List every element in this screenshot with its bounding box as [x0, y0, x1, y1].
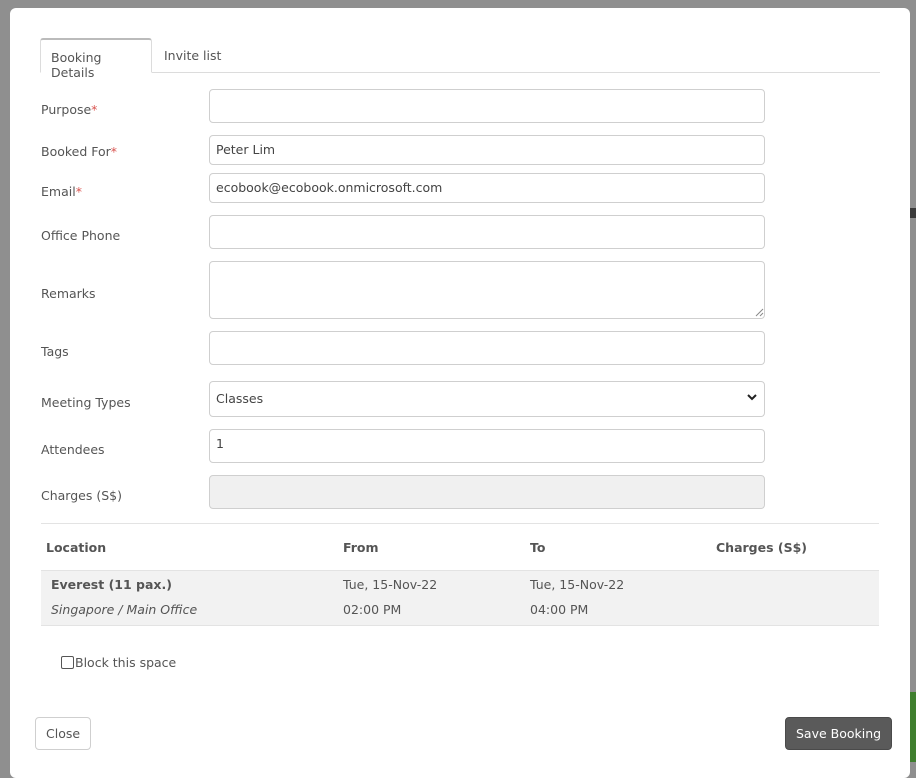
meeting-types-select[interactable]: Classes	[209, 381, 765, 417]
purpose-input[interactable]	[209, 89, 765, 123]
resize-handle-icon[interactable]	[755, 308, 764, 317]
booking-modal: Booking Details Invite list Purpose* Boo…	[10, 8, 910, 778]
tab-invite-list[interactable]: Invite list	[154, 38, 231, 73]
office-phone-label: Office Phone	[41, 228, 121, 243]
charges-input	[209, 475, 765, 509]
close-button[interactable]: Close	[35, 717, 92, 750]
tab-bar: Booking Details Invite list	[40, 38, 880, 80]
meeting-types-label: Meeting Types	[41, 395, 131, 410]
required-marker: *	[91, 102, 98, 117]
to-date: Tue, 15-Nov-22	[530, 577, 625, 592]
column-header-from: From	[343, 540, 379, 555]
email-label: Email*	[41, 184, 82, 199]
required-marker: *	[75, 184, 82, 199]
table-row: Everest (11 pax.) Singapore / Main Offic…	[41, 571, 879, 626]
location-path: Singapore / Main Office	[51, 602, 198, 617]
table-header: Location From To Charges (S$)	[41, 524, 879, 571]
column-header-charges: Charges (S$)	[716, 540, 808, 555]
required-marker: *	[110, 144, 118, 159]
save-booking-button[interactable]: Save Booking	[785, 717, 893, 750]
column-header-to: To	[530, 540, 546, 555]
meeting-types-value: Classes	[216, 391, 264, 406]
location-name: Everest (11 pax.)	[51, 577, 172, 592]
attendees-input[interactable]: 1	[209, 429, 765, 463]
to-time: 04:00 PM	[530, 602, 589, 617]
tags-label: Tags	[41, 344, 69, 359]
block-space-option[interactable]: Block this space	[61, 655, 176, 670]
booked-for-label: Booked For*	[41, 144, 118, 159]
from-date: Tue, 15-Nov-22	[343, 577, 438, 592]
tags-input[interactable]	[209, 331, 765, 365]
backdrop-accent	[910, 208, 916, 218]
attendees-label: Attendees	[41, 442, 105, 457]
purpose-label: Purpose*	[41, 102, 98, 117]
column-header-location: Location	[46, 540, 107, 555]
booking-table: Location From To Charges (S$) Everest (1…	[41, 523, 879, 626]
tab-booking-details[interactable]: Booking Details	[40, 38, 152, 80]
office-phone-input[interactable]	[209, 215, 765, 249]
block-space-checkbox[interactable]	[61, 656, 74, 669]
remarks-label: Remarks	[41, 286, 96, 301]
remarks-textarea[interactable]	[209, 261, 765, 319]
block-space-label: Block this space	[75, 655, 177, 670]
chevron-down-icon	[747, 394, 757, 401]
charges-label: Charges (S$)	[41, 488, 122, 503]
email-input[interactable]: ecobook@ecobook.onmicrosoft.com	[209, 173, 765, 203]
booked-for-input[interactable]: Peter Lim	[209, 135, 765, 165]
from-time: 02:00 PM	[343, 602, 402, 617]
backdrop-accent-green	[910, 692, 916, 762]
